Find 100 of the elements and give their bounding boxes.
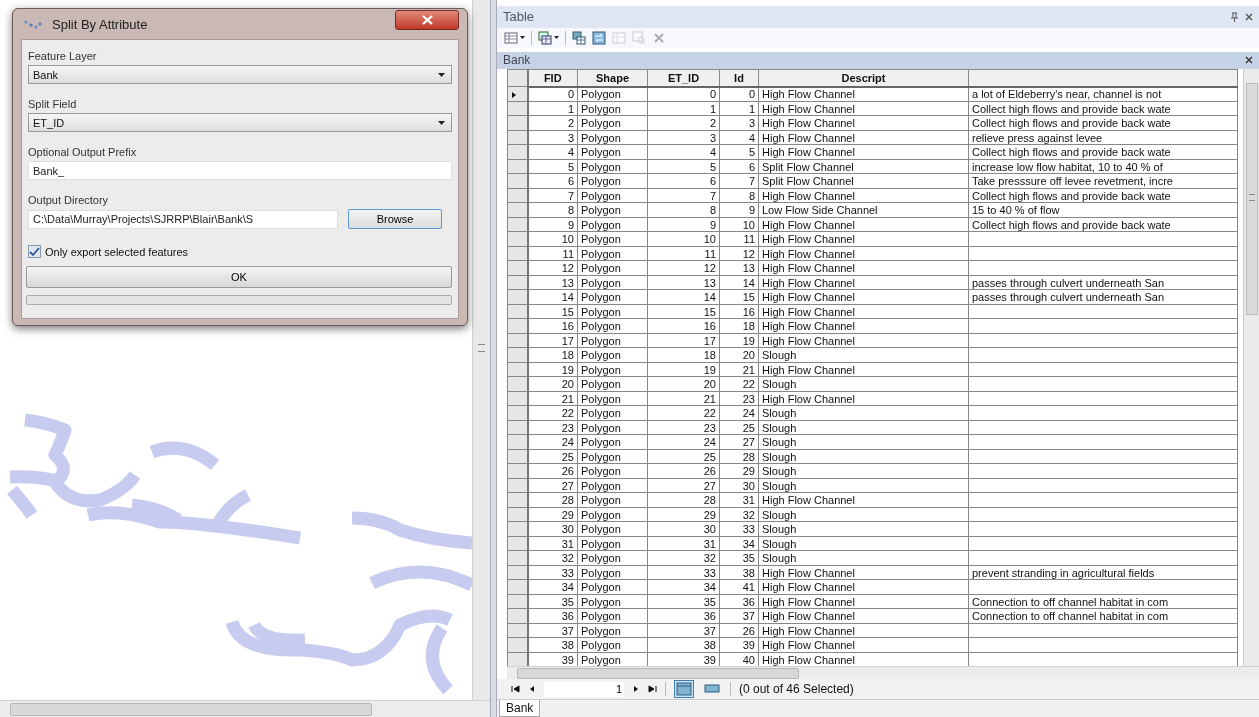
table-cell: High Flow Channel xyxy=(758,362,969,377)
first-record-icon[interactable] xyxy=(511,685,520,694)
column-header[interactable]: FID xyxy=(527,69,578,87)
table-cell: Polygon xyxy=(577,275,648,290)
table-cell: 25 xyxy=(527,449,578,464)
table-cell: 34 xyxy=(647,579,720,595)
current-row-icon[interactable] xyxy=(512,92,516,99)
table-cell: 5 xyxy=(527,159,578,174)
table-cell: Slough xyxy=(758,376,969,392)
table-cell: Polygon xyxy=(577,101,648,116)
table-cell: 27 xyxy=(719,434,759,450)
table-cell: 9 xyxy=(647,217,720,232)
checkbox[interactable] xyxy=(28,245,41,258)
previous-record-icon[interactable] xyxy=(528,685,536,694)
table-cell: 23 xyxy=(647,420,720,435)
vertical-scrollbar[interactable] xyxy=(472,0,490,700)
table-cell: 21 xyxy=(527,391,578,406)
table-cell: Polygon xyxy=(577,246,648,261)
table-cell: Polygon xyxy=(577,260,648,276)
browse-button[interactable]: Browse xyxy=(348,209,442,229)
close-icon[interactable] xyxy=(1245,56,1253,65)
table-cell: High Flow Channel xyxy=(758,217,969,232)
dropdown[interactable]: Bank xyxy=(28,65,452,84)
close-button[interactable] xyxy=(395,10,459,30)
caret-icon[interactable] xyxy=(438,72,445,77)
table-cell: Polygon xyxy=(577,536,648,551)
table-cell: passes through culvert underneath San xyxy=(968,289,1238,305)
table-cell: 36 xyxy=(527,608,578,624)
table-cell: Polygon xyxy=(577,391,648,406)
table-cell: Slough xyxy=(758,347,969,363)
table-cell: High Flow Channel xyxy=(758,188,969,203)
table-cell: Polygon xyxy=(577,594,648,609)
table-cell: Polygon xyxy=(577,434,648,450)
table-cell: 38 xyxy=(527,637,578,653)
table-cell: 1 xyxy=(527,101,578,116)
pin-icon[interactable] xyxy=(1230,11,1239,22)
table-cell: 33 xyxy=(719,521,759,537)
ok-button[interactable]: OK xyxy=(26,266,452,288)
table-cell: Slough xyxy=(758,434,969,450)
column-header[interactable]: ET_ID xyxy=(647,69,720,87)
dropdown[interactable]: ET_ID xyxy=(28,113,452,132)
table-cell: 15 xyxy=(719,289,759,305)
table-cell: Polygon xyxy=(577,217,648,232)
table-cell: Slough xyxy=(758,405,969,421)
table-cell: 29 xyxy=(647,507,720,522)
table-cell: Polygon xyxy=(577,159,648,174)
table-cell: Split Flow Channel xyxy=(758,173,969,189)
table-cell: 22 xyxy=(647,405,720,421)
table-cell: 36 xyxy=(647,608,720,624)
table-cell: Polygon xyxy=(577,231,648,247)
column-header[interactable]: Descript xyxy=(758,69,969,87)
table-cell: 15 xyxy=(527,304,578,319)
table-cell: Polygon xyxy=(577,188,648,203)
table-cell: 24 xyxy=(527,434,578,450)
table-cell: High Flow Channel xyxy=(758,275,969,290)
table-cell: 3 xyxy=(527,130,578,145)
table-cell: a lot of Eldeberry's near, channel is not xyxy=(968,86,1238,102)
table-cell: 32 xyxy=(719,507,759,522)
close-icon[interactable] xyxy=(1245,12,1253,21)
table-cell: 6 xyxy=(647,173,720,189)
table-cell: 35 xyxy=(647,594,720,609)
table-cell: 9 xyxy=(527,217,578,232)
caret-icon[interactable] xyxy=(520,36,525,40)
table-cell: Polygon xyxy=(577,173,648,189)
table-cell: 38 xyxy=(647,637,720,653)
toolbar-button[interactable] xyxy=(535,28,562,47)
table-cell: 8 xyxy=(719,188,759,203)
linked-tables-icon[interactable] xyxy=(538,30,552,45)
caret-icon[interactable] xyxy=(438,120,445,125)
table-cell: 4 xyxy=(527,144,578,160)
table-cell: Collect high flows and provide back wate xyxy=(968,217,1238,232)
table-cell: 34 xyxy=(719,536,759,551)
table-cell: 7 xyxy=(527,188,578,203)
table-cell: Polygon xyxy=(577,449,648,464)
table-cell: passes through culvert underneath San xyxy=(968,275,1238,290)
table-cell: increase low flow habitat, 10 to 40 % of xyxy=(968,159,1238,174)
table-cell: 31 xyxy=(719,492,759,508)
table-cell: Polygon xyxy=(577,130,648,145)
table-cell: Slough xyxy=(758,420,969,435)
column-header[interactable]: Shape xyxy=(577,69,648,87)
vertical-scrollbar[interactable] xyxy=(1243,69,1259,667)
horizontal-scrollbar[interactable] xyxy=(0,700,490,717)
table-cell: Collect high flows and provide back wate xyxy=(968,115,1238,131)
input-field[interactable]: C:\Data\Murray\Projects\SJRRP\Blair\Bank\S xyxy=(28,209,338,229)
horizontal-scrollbar[interactable] xyxy=(507,666,1259,680)
last-record-icon[interactable] xyxy=(648,685,657,694)
table-cell: High Flow Channel xyxy=(758,86,969,102)
table-cell: 17 xyxy=(527,333,578,348)
table-cell: 0 xyxy=(719,86,759,102)
table-cell: High Flow Channel xyxy=(758,101,969,116)
table-cell: 34 xyxy=(527,579,578,595)
table-cell: High Flow Channel xyxy=(758,594,969,609)
input-field[interactable]: Bank_ xyxy=(28,161,452,180)
table-cell: 27 xyxy=(647,478,720,493)
caret-icon[interactable] xyxy=(554,36,559,40)
next-record-icon[interactable] xyxy=(632,685,640,694)
record-field[interactable]: 1 xyxy=(544,681,624,697)
column-header[interactable]: Id xyxy=(719,69,759,87)
table-tab[interactable]: Bank xyxy=(499,700,541,717)
table-cell: prevent stranding in agricultural fields xyxy=(968,565,1238,580)
